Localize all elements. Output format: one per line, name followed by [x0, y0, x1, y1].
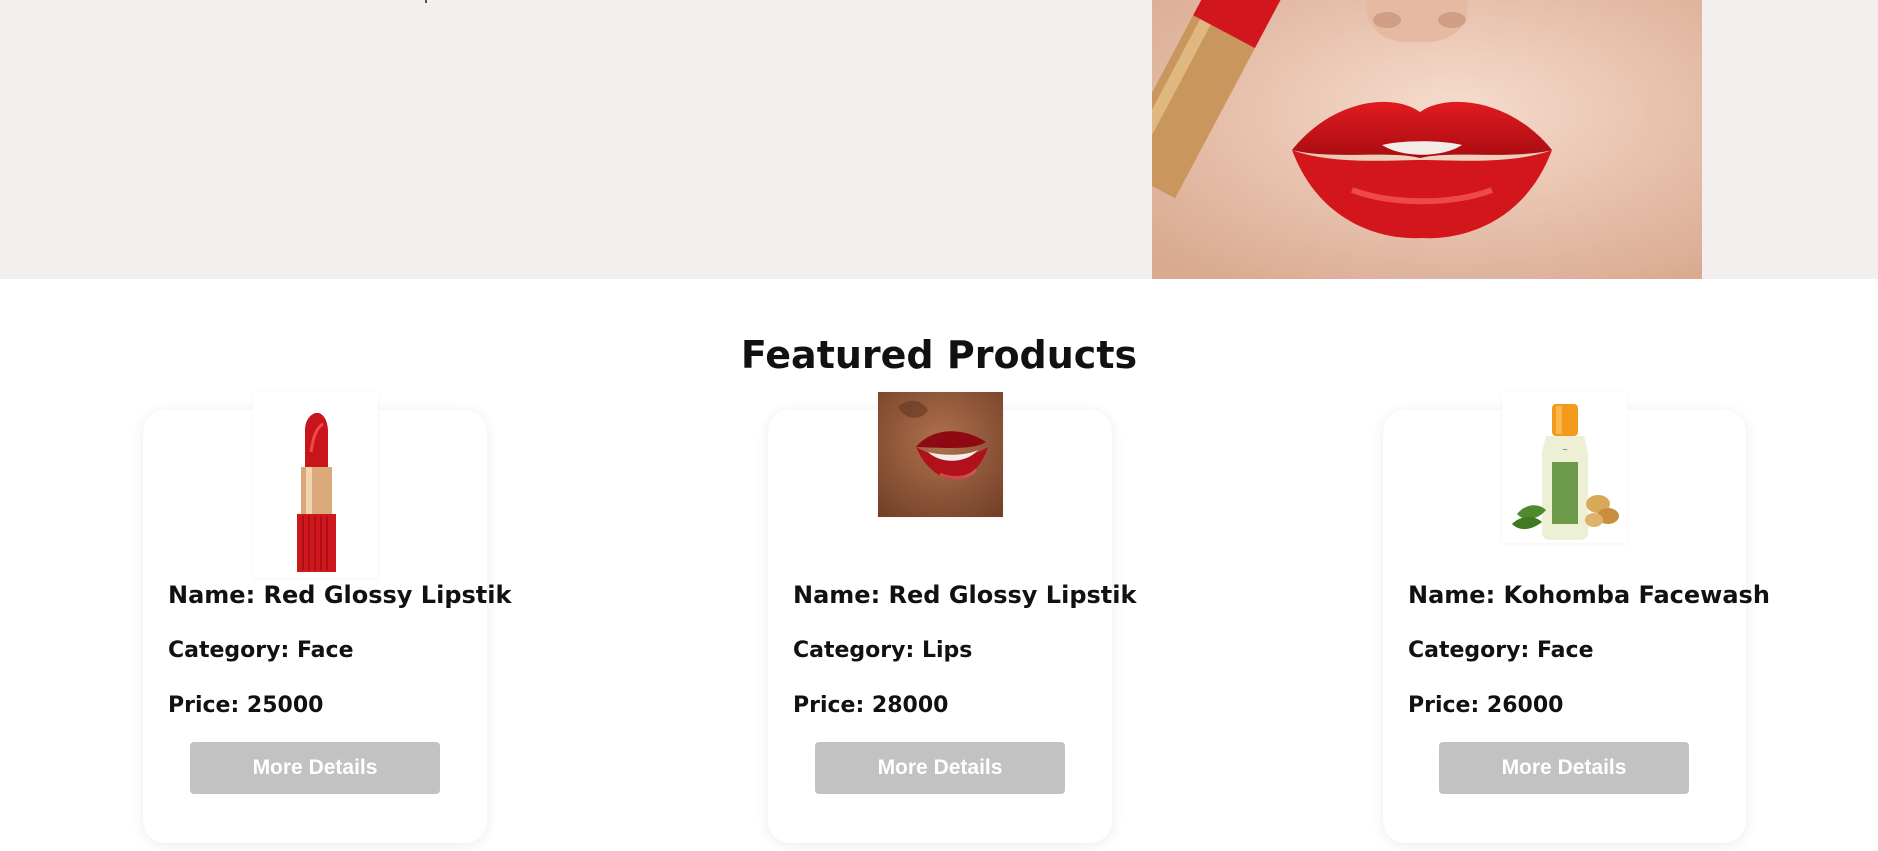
product-card: ~ Name: Kohomba Facewash Category: Face … [1383, 392, 1770, 843]
product-category: Category: Face [168, 638, 354, 663]
svg-text:~: ~ [1562, 446, 1568, 454]
product-price: Price: 26000 [1408, 693, 1564, 718]
product-image: ~ [1502, 392, 1627, 543]
product-image [878, 392, 1003, 517]
more-details-button[interactable]: More Details [190, 742, 440, 794]
hero-text-fragment [425, 0, 427, 3]
lipstick-tube-icon [253, 392, 378, 578]
featured-products-title: Featured Products [740, 333, 1138, 377]
facewash-bottle-icon: ~ [1502, 392, 1627, 543]
product-price: Price: 28000 [793, 693, 949, 718]
lips-with-lipstick-icon [1152, 0, 1702, 279]
product-category: Category: Face [1408, 638, 1594, 663]
product-name: Name: Red Glossy Lipstik [168, 581, 512, 609]
more-details-button[interactable]: More Details [1439, 742, 1689, 794]
hero-banner [0, 0, 1878, 279]
more-details-button[interactable]: More Details [815, 742, 1065, 794]
product-card: Name: Red Glossy Lipstik Category: Lips … [768, 392, 1136, 843]
product-name: Name: Red Glossy Lipstik [793, 581, 1137, 609]
product-category: Category: Lips [793, 638, 973, 663]
red-lips-icon [878, 392, 1003, 517]
product-name: Name: Kohomba Facewash [1408, 581, 1770, 609]
hero-lips-image [1152, 0, 1702, 279]
product-card: Name: Red Glossy Lipstik Category: Face … [143, 392, 511, 843]
product-image [253, 392, 378, 578]
product-price: Price: 25000 [168, 693, 324, 718]
